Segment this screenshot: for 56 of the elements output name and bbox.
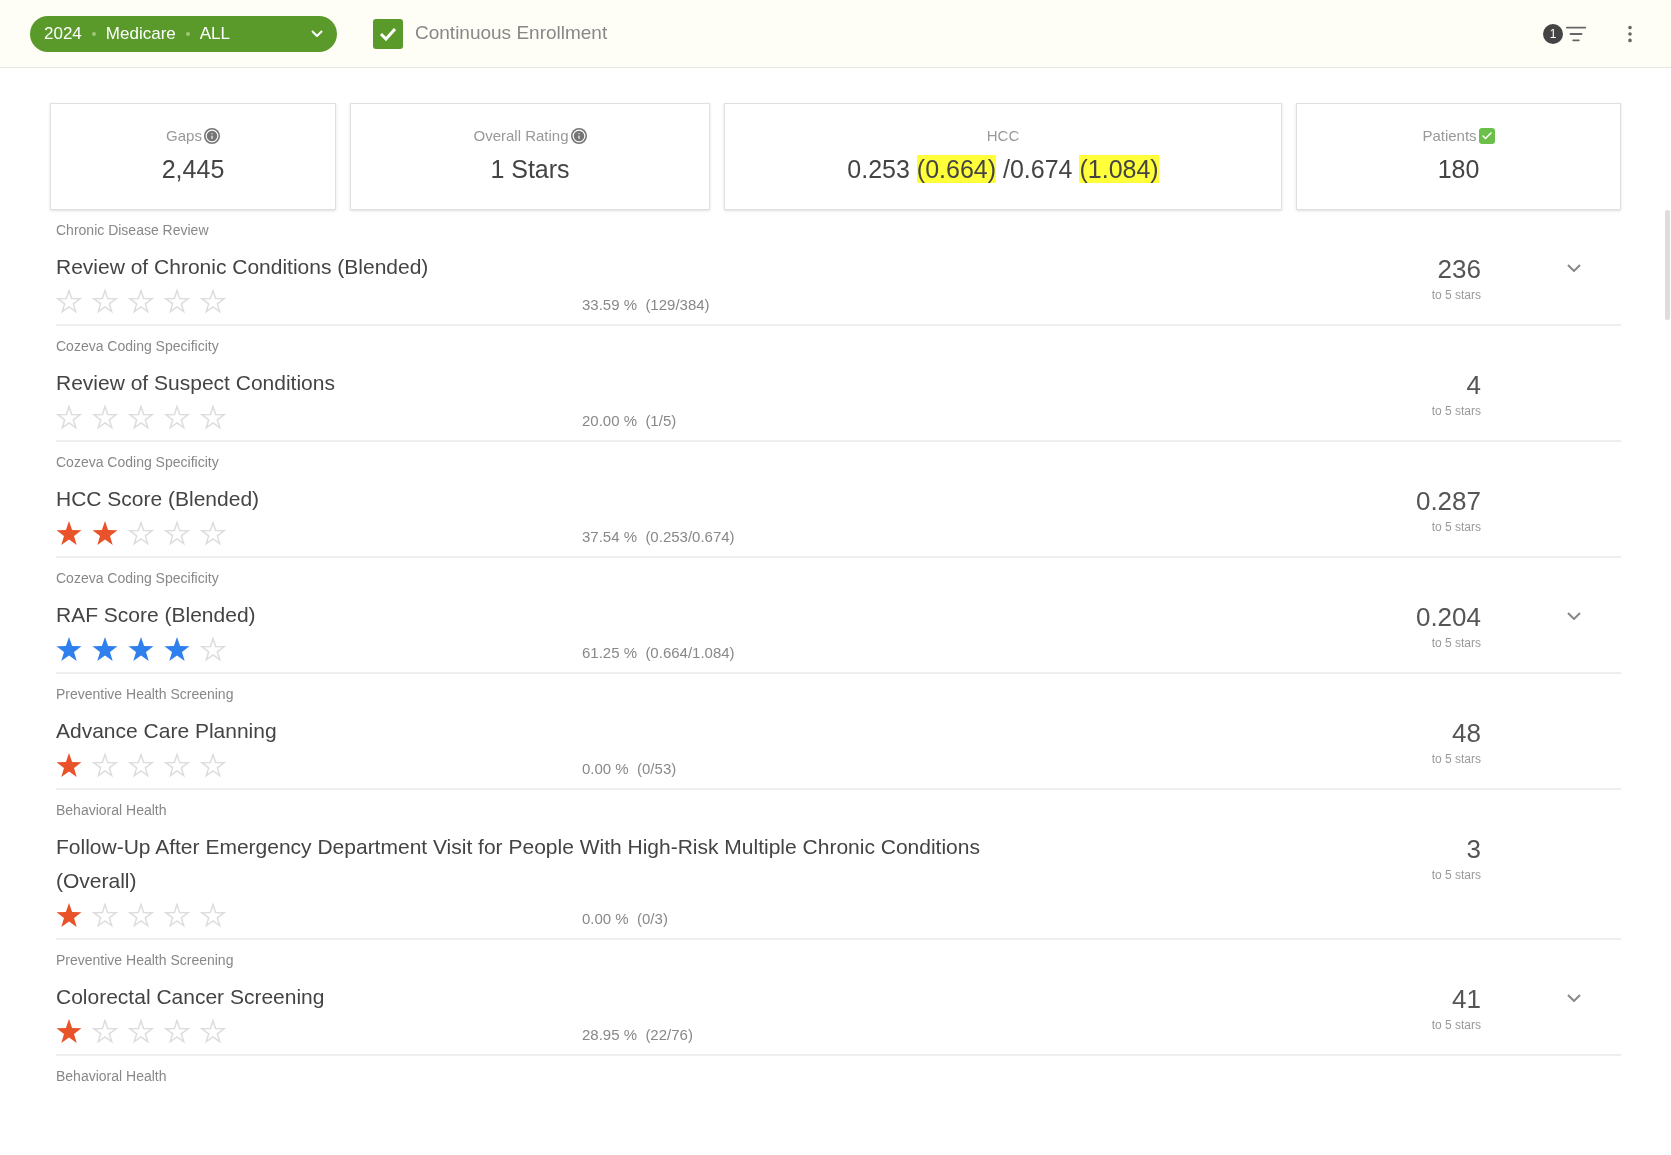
check-icon (1478, 127, 1495, 144)
measure-title[interactable]: Colorectal Cancer Screening (56, 980, 1016, 1014)
checkbox[interactable] (373, 18, 403, 49)
category-label: Cozeva Coding Specificity (56, 453, 220, 472)
card-value: 180 (1437, 154, 1480, 185)
value-note: to 5 stars (1431, 287, 1481, 304)
expand-chevron-icon[interactable] (1567, 994, 1581, 1002)
measure-value: 4 (1466, 369, 1481, 402)
percentage-text: 0.00 % (0/3) (582, 908, 668, 929)
checkbox-label: Continuous Enrollment (415, 21, 608, 46)
scrollbar[interactable] (1665, 210, 1670, 320)
measure-value: 48 (1452, 717, 1481, 750)
value-note: to 5 stars (1431, 867, 1481, 884)
expand-chevron-icon[interactable] (1567, 264, 1581, 272)
category-label: Cozeva Coding Specificity (56, 337, 220, 356)
percentage-text: 61.25 % (0.664/1.084) (582, 642, 735, 663)
measure-title[interactable]: Advance Care Planning (56, 714, 1016, 748)
card-value: 1 Stars (490, 154, 570, 185)
percentage-text: 0.00 % (0/53) (582, 758, 677, 779)
card-value: 2,445 (161, 154, 225, 185)
card-label: Overall Rating (473, 125, 569, 146)
card-label: HCC (986, 125, 1020, 146)
info-icon (203, 127, 220, 144)
measure-title[interactable]: Follow-Up After Emergency Department Visit for People With High-Risk Multiple Chronic Conditions (Overall) (56, 830, 1016, 898)
category-label: Behavioral Health (56, 1067, 168, 1086)
check-icon (379, 26, 397, 41)
measure-title[interactable]: RAF Score (Blended) (56, 598, 1016, 632)
category-label: Preventive Health Screening (56, 951, 235, 970)
card-label: Gaps (166, 125, 202, 146)
category-label: Cozeva Coding Specificity (56, 569, 220, 588)
percentage-text: 37.54 % (0.253/0.674) (582, 526, 735, 547)
measure-value: 0.287 (1415, 485, 1481, 518)
measure-title[interactable]: HCC Score (Blended) (56, 482, 1016, 516)
measure-value: 41 (1452, 983, 1481, 1016)
measure-value: 236 (1437, 253, 1481, 286)
caret-icon (311, 30, 323, 37)
filter-count-badge: 1 (1543, 23, 1563, 44)
expand-chevron-icon[interactable] (1567, 612, 1581, 620)
category-label: Behavioral Health (56, 801, 168, 820)
measure-value: 3 (1466, 833, 1481, 866)
percentage-text: 28.95 % (22/76) (582, 1024, 693, 1045)
category-label: Chronic Disease Review (56, 221, 210, 240)
value-note: to 5 stars (1431, 1017, 1481, 1034)
percentage-text: 33.59 % (129/384) (582, 294, 710, 315)
value-note: to 5 stars (1431, 403, 1481, 420)
value-note: to 5 stars (1431, 751, 1481, 768)
measure-title[interactable]: Review of Suspect Conditions (56, 366, 1016, 400)
card-label: Patients (1422, 125, 1477, 146)
measure-title[interactable]: Review of Chronic Conditions (Blended) (56, 250, 1016, 284)
value-note: to 5 stars (1431, 519, 1481, 536)
card-value: 0.253 (0.664) /0.674 (1.084) (847, 154, 1159, 185)
measure-value: 0.204 (1415, 601, 1481, 634)
percentage-text: 20.00 % (1/5) (582, 410, 677, 431)
info-icon (570, 127, 587, 144)
category-label: Preventive Health Screening (56, 685, 235, 704)
value-note: to 5 stars (1431, 635, 1481, 652)
